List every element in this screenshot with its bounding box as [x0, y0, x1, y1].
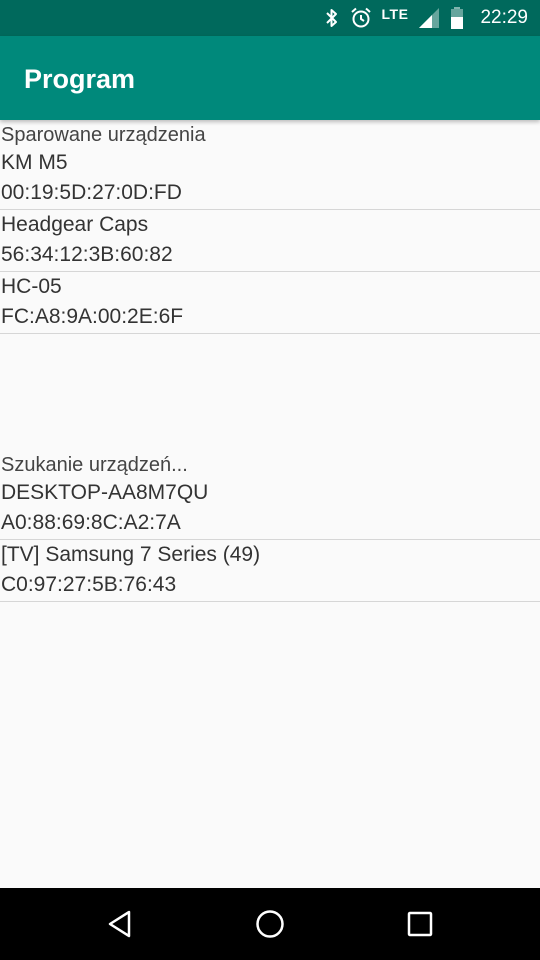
device-item[interactable]: DESKTOP-AA8M7QU A0:88:69:8C:A2:7A	[0, 478, 540, 540]
device-item[interactable]: [TV] Samsung 7 Series (49) C0:97:27:5B:7…	[0, 540, 540, 602]
alarm-icon	[350, 7, 372, 29]
device-address: 56:34:12:3B:60:82	[1, 243, 173, 266]
device-name: HC-05	[1, 275, 62, 298]
device-item[interactable]: HC-05 FC:A8:9A:00:2E:6F	[0, 272, 540, 334]
home-icon[interactable]	[254, 908, 286, 940]
device-name: Headgear Caps	[1, 213, 149, 236]
network-type-label: LTE	[381, 6, 409, 22]
bluetooth-icon	[324, 7, 340, 29]
found-devices-list: DESKTOP-AA8M7QU A0:88:69:8C:A2:7A [TV] S…	[0, 478, 540, 602]
device-address: 00:19:5D:27:0D:FD	[1, 181, 182, 204]
device-item[interactable]: Headgear Caps 56:34:12:3B:60:82	[0, 210, 540, 272]
device-name: [TV] Samsung 7 Series (49)	[1, 543, 261, 566]
device-name: KM M5	[1, 151, 68, 174]
app-title: Program	[24, 64, 136, 94]
paired-devices-list: KM M5 00:19:5D:27:0D:FD Headgear Caps 56…	[0, 148, 540, 334]
device-address: FC:A8:9A:00:2E:6F	[1, 305, 184, 328]
paired-devices-header: Sparowane urządzenia	[1, 124, 206, 146]
device-item[interactable]: KM M5 00:19:5D:27:0D:FD	[0, 148, 540, 210]
signal-icon	[418, 7, 440, 29]
battery-icon	[450, 7, 464, 29]
searching-devices-header: Szukanie urządzeń...	[1, 454, 188, 476]
app-bar: Program	[0, 36, 540, 120]
content: Sparowane urządzenia KM M5 00:19:5D:27:0…	[0, 120, 540, 888]
device-address: C0:97:27:5B:76:43	[1, 573, 177, 596]
recents-icon[interactable]	[404, 908, 436, 940]
status-bar: LTE 22:29	[0, 0, 540, 36]
navigation-bar	[0, 888, 540, 960]
back-icon[interactable]	[104, 908, 136, 940]
device-name: DESKTOP-AA8M7QU	[1, 481, 209, 504]
device-address: A0:88:69:8C:A2:7A	[1, 511, 181, 534]
status-icons: LTE 22:29	[324, 0, 528, 36]
clock: 22:29	[480, 7, 528, 28]
